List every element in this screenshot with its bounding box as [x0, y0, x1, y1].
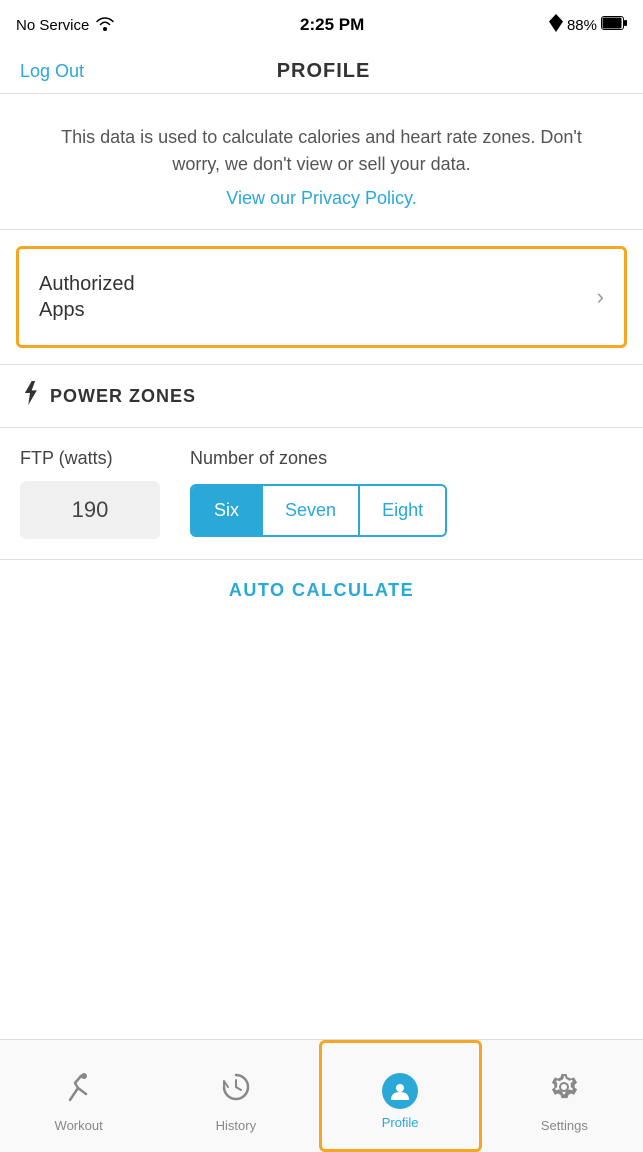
- history-tab-label: History: [216, 1118, 256, 1133]
- authorized-apps-section: AuthorizedApps ›: [16, 246, 627, 348]
- status-left: No Service: [16, 15, 115, 36]
- privacy-text: This data is used to calculate calories …: [40, 124, 603, 178]
- tab-settings[interactable]: Settings: [486, 1040, 643, 1152]
- authorized-apps-button[interactable]: AuthorizedApps ›: [19, 249, 624, 345]
- nav-header: Log Out PROFILE: [0, 50, 643, 94]
- zones-toggle: Six Seven Eight: [190, 484, 447, 537]
- tab-profile[interactable]: Profile: [319, 1040, 482, 1152]
- battery-icon: [601, 16, 627, 34]
- authorized-apps-label: AuthorizedApps: [39, 271, 135, 323]
- workout-tab-label: Workout: [55, 1118, 103, 1133]
- profile-tab-label: Profile: [382, 1115, 419, 1130]
- privacy-section: This data is used to calculate calories …: [0, 94, 643, 230]
- tab-history[interactable]: History: [157, 1040, 314, 1152]
- zone-eight-button[interactable]: Eight: [360, 486, 445, 535]
- settings-tab-label: Settings: [541, 1118, 588, 1133]
- status-bar: No Service 2:25 PM 88%: [0, 0, 643, 50]
- profile-icon: [382, 1073, 418, 1109]
- main-content: This data is used to calculate calories …: [0, 94, 643, 621]
- ftp-zones-labels: FTP (watts) Number of zones: [20, 448, 623, 469]
- workout-icon: [62, 1070, 96, 1112]
- carrier-text: No Service: [16, 17, 89, 34]
- privacy-policy-link[interactable]: View our Privacy Policy.: [226, 188, 416, 208]
- ftp-input[interactable]: [20, 481, 160, 539]
- zone-seven-button[interactable]: Seven: [263, 486, 360, 535]
- page-title: PROFILE: [277, 60, 371, 83]
- auto-calculate-button[interactable]: AUTO CALCULATE: [229, 580, 414, 601]
- ftp-zones-section: FTP (watts) Number of zones Six Seven Ei…: [0, 428, 643, 560]
- profile-icon-circle: [382, 1073, 418, 1109]
- power-zones-title: POWER ZONES: [50, 386, 196, 407]
- history-icon: [219, 1070, 253, 1112]
- ftp-label: FTP (watts): [20, 448, 160, 469]
- tab-workout[interactable]: Workout: [0, 1040, 157, 1152]
- zones-label: Number of zones: [190, 448, 327, 469]
- zone-six-button[interactable]: Six: [192, 486, 263, 535]
- logout-button[interactable]: Log Out: [20, 61, 84, 82]
- battery-percentage: 88%: [567, 17, 597, 34]
- status-time: 2:25 PM: [300, 15, 364, 35]
- status-right: 88%: [549, 14, 627, 36]
- settings-icon: [547, 1070, 581, 1112]
- ftp-zones-controls: Six Seven Eight: [20, 481, 623, 539]
- wifi-icon: [95, 15, 115, 36]
- location-icon: [549, 14, 563, 36]
- tab-bar: Workout History Profile: [0, 1039, 643, 1152]
- chevron-right-icon: ›: [597, 284, 604, 310]
- bolt-icon: [20, 381, 40, 411]
- power-zones-header: POWER ZONES: [0, 364, 643, 428]
- auto-calculate-section: AUTO CALCULATE: [0, 560, 643, 621]
